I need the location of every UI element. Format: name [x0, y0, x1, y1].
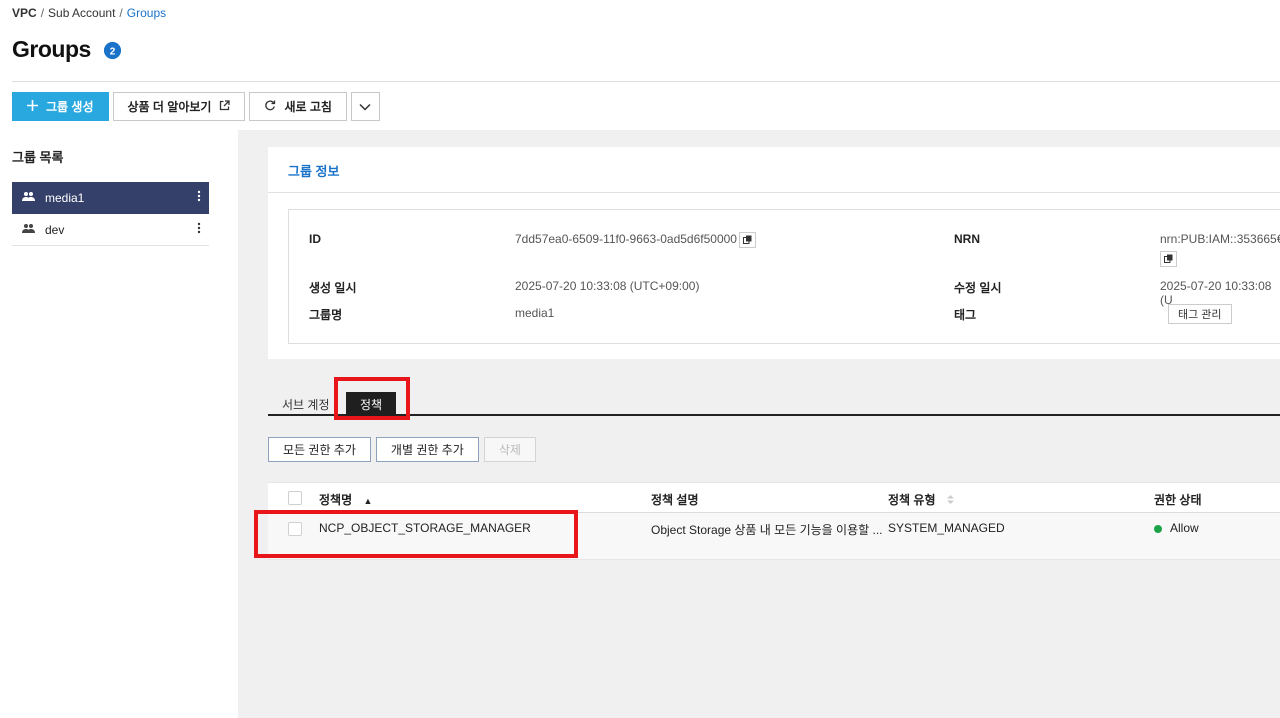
modified-value: 2025-07-20 10:33:08 (U — [1160, 279, 1272, 307]
group-item-media1[interactable]: media1 — [12, 182, 209, 214]
group-icon — [22, 223, 35, 237]
nrn-value: nrn:PUB:IAM::353665€ — [1160, 232, 1280, 246]
group-info-title: 그룹 정보 — [288, 164, 340, 179]
highlight-box-policy-row — [254, 510, 578, 558]
refresh-button[interactable]: 새로 고침 — [249, 92, 347, 121]
divider — [268, 192, 1280, 193]
kebab-menu-icon[interactable] — [197, 190, 201, 205]
status-dot-icon — [1154, 524, 1162, 533]
group-name-label: 그룹명 — [309, 308, 343, 322]
column-header-description: 정책 설명 — [651, 493, 699, 507]
group-icon — [22, 191, 35, 205]
copy-icon — [1164, 252, 1173, 266]
column-header-name[interactable]: 정책명 ▲ — [319, 491, 372, 508]
refresh-label: 새로 고침 — [284, 100, 332, 114]
breadcrumb-sub-account[interactable]: Sub Account — [48, 6, 115, 20]
toolbar: 그룹 생성 상품 더 알아보기 새로 고침 — [12, 92, 380, 121]
sort-ascending-icon[interactable]: ▲ — [363, 496, 372, 506]
table-header: 정책명 ▲ 정책 설명 정책 유형 권한 상태 — [268, 482, 1280, 513]
learn-more-label: 상품 더 알아보기 — [127, 100, 212, 114]
breadcrumb-separator: / — [119, 6, 123, 20]
chevron-down-icon — [359, 100, 371, 114]
page-title: Groups — [12, 36, 91, 62]
copy-nrn-button[interactable] — [1160, 251, 1177, 267]
policy-actions: 모든 권한 추가 개별 권한 추가 삭제 — [268, 437, 536, 462]
group-info-box: ID 7dd57ea0-6509-11f0-9663-0ad5d6f50000 … — [288, 209, 1280, 344]
created-value: 2025-07-20 10:33:08 (UTC+09:00) — [515, 279, 700, 293]
delete-button[interactable]: 삭제 — [483, 437, 536, 462]
group-list-panel: 그룹 목록 media1 dev — [0, 130, 238, 718]
policy-description: Object Storage 상품 내 모든 기능을 이용할 ... — [651, 523, 883, 537]
help-icon[interactable]: 2 — [104, 42, 121, 59]
column-header-name-label: 정책명 — [319, 493, 353, 507]
create-group-button[interactable]: 그룹 생성 — [12, 92, 109, 121]
policy-type: SYSTEM_MANAGED — [888, 521, 1005, 535]
breadcrumb-separator: / — [40, 6, 45, 20]
select-all-checkbox[interactable] — [288, 491, 302, 505]
more-dropdown-button[interactable] — [350, 92, 380, 121]
column-header-type[interactable]: 정책 유형 — [888, 491, 954, 508]
svg-text:2: 2 — [110, 47, 116, 58]
sort-icon[interactable] — [946, 493, 954, 507]
group-name-value: media1 — [515, 306, 555, 320]
learn-more-button[interactable]: 상품 더 알아보기 — [112, 92, 246, 121]
group-item-dev[interactable]: dev — [12, 214, 209, 246]
plus-icon — [27, 99, 38, 114]
manage-tags-button[interactable]: 태그 관리 — [1168, 304, 1232, 324]
group-item-label: media1 — [45, 191, 85, 205]
breadcrumb: VPC / Sub Account / Groups — [12, 6, 166, 20]
add-individual-permission-button[interactable]: 개별 권한 추가 — [375, 437, 479, 462]
tag-label: 태그 — [954, 308, 977, 322]
refresh-icon — [264, 99, 276, 114]
policy-status: Allow — [1154, 521, 1199, 535]
created-label: 생성 일시 — [309, 281, 357, 295]
breadcrumb-groups[interactable]: Groups — [127, 6, 166, 20]
title-divider — [12, 81, 1280, 82]
id-label: ID — [309, 232, 321, 246]
column-header-type-label: 정책 유형 — [888, 493, 936, 507]
nrn-label: NRN — [954, 232, 980, 246]
id-value: 7dd57ea0-6509-11f0-9663-0ad5d6f50000 — [515, 232, 737, 246]
kebab-menu-icon[interactable] — [197, 222, 201, 237]
group-list-title: 그룹 목록 — [12, 150, 64, 165]
group-info-card: 그룹 정보 ID 7dd57ea0-6509-11f0-9663-0ad5d6f… — [268, 147, 1280, 359]
group-item-label: dev — [45, 222, 65, 237]
breadcrumb-vpc[interactable]: VPC — [12, 6, 37, 20]
policy-status-label: Allow — [1170, 521, 1199, 535]
tab-sub-account[interactable]: 서브 계정 — [268, 392, 344, 416]
modified-label: 수정 일시 — [954, 281, 1002, 295]
create-group-label: 그룹 생성 — [46, 100, 94, 114]
group-detail-content: 그룹 정보 ID 7dd57ea0-6509-11f0-9663-0ad5d6f… — [238, 130, 1280, 718]
column-header-status: 권한 상태 — [1154, 493, 1202, 507]
highlight-box-policy-tab — [334, 377, 410, 420]
copy-id-button[interactable] — [739, 232, 756, 248]
add-all-permissions-button[interactable]: 모든 권한 추가 — [268, 437, 371, 462]
detail-tabs: 서브 계정 정책 — [268, 388, 1280, 416]
external-link-icon — [219, 99, 231, 114]
copy-icon — [743, 233, 752, 247]
